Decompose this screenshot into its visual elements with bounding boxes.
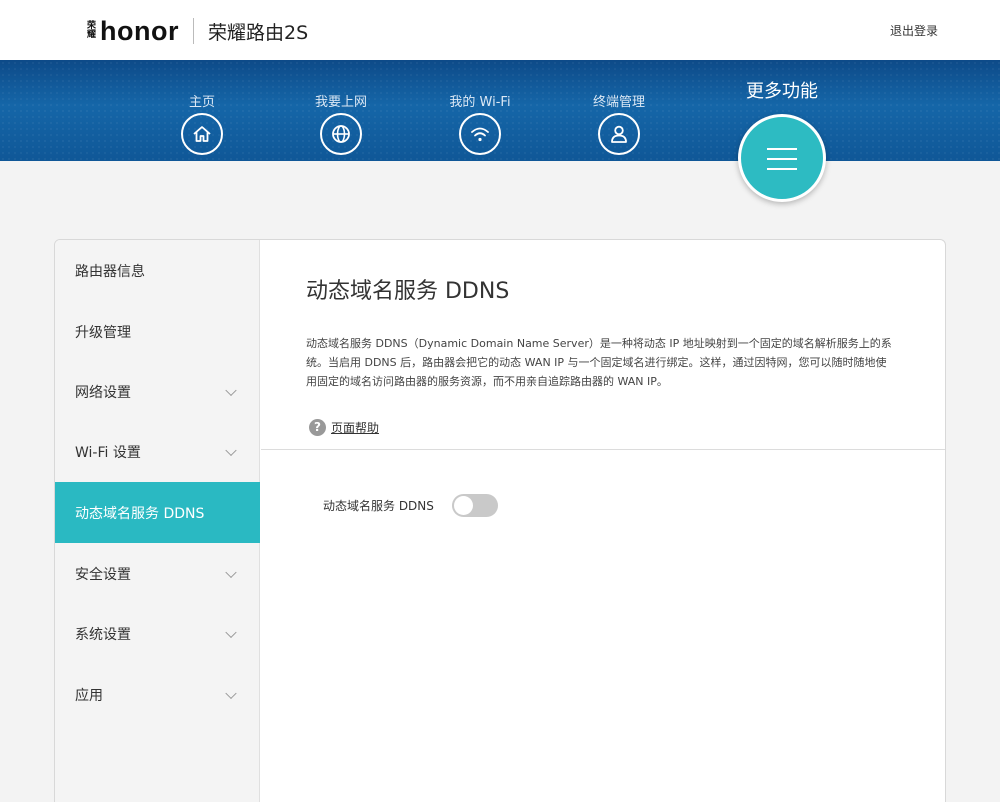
sidebar-item-network[interactable]: 网络设置 [55, 361, 260, 422]
section-divider [261, 449, 945, 450]
top-bar: 荣耀 honor 荣耀路由2S 退出登录 [0, 0, 1000, 60]
sidebar-item-ddns[interactable]: 动态域名服务 DDNS [55, 482, 260, 543]
sidebar-item-wifi[interactable]: Wi-Fi 设置 [55, 421, 260, 482]
nav-more[interactable]: 更多功能 [728, 77, 836, 103]
sidebar-item-upgrade[interactable]: 升级管理 [55, 301, 260, 362]
user-icon [598, 113, 640, 155]
page-title: 动态域名服务 DDNS [306, 279, 510, 304]
chevron-down-icon [225, 444, 237, 456]
ddns-toggle-label: 动态域名服务 DDNS [323, 499, 434, 513]
main-nav: 主页 我要上网 我的 Wi-Fi 终端管理 更多功能 [0, 60, 1000, 161]
sidebar-item-label: 网络设置 [75, 384, 131, 401]
honor-logo: 荣耀 honor 荣耀路由2S [87, 16, 308, 46]
page-help-link[interactable]: ? 页面帮助 [309, 419, 379, 436]
product-name: 荣耀路由2S [207, 21, 309, 44]
sidebar-item-security[interactable]: 安全设置 [55, 543, 260, 604]
sidebar-item-label: Wi-Fi 设置 [75, 444, 141, 461]
wifi-icon [459, 113, 501, 155]
nav-more-label: 更多功能 [746, 81, 818, 102]
page-help-label: 页面帮助 [331, 421, 380, 435]
sidebar-item-label: 应用 [75, 687, 103, 704]
nav-devices[interactable]: 终端管理 [564, 91, 674, 155]
home-icon [181, 113, 223, 155]
sidebar-item-router-info[interactable]: 路由器信息 [55, 240, 260, 301]
sidebar-item-label: 安全设置 [75, 566, 131, 583]
menu-icon[interactable] [738, 114, 826, 202]
chevron-down-icon [225, 626, 237, 638]
nav-home-label: 主页 [188, 95, 215, 110]
description-line: 统。当启用 DDNS 后，路由器会把它的动态 WAN IP 与一个固定域名进行绑… [306, 356, 887, 369]
brand-mark: 荣耀 [87, 21, 97, 40]
nav-internet-label: 我要上网 [314, 95, 367, 110]
help-icon: ? [309, 419, 326, 436]
logout-link[interactable]: 退出登录 [890, 22, 938, 39]
nav-devices-label: 终端管理 [592, 95, 645, 110]
chevron-down-icon [225, 566, 237, 578]
nav-wifi[interactable]: 我的 Wi-Fi [425, 91, 535, 155]
content-area: 动态域名服务 DDNS 动态域名服务 DDNS（Dynamic Domain N… [261, 240, 945, 802]
description-line: 动态域名服务 DDNS（Dynamic Domain Name Server）是… [306, 337, 892, 350]
nav-home[interactable]: 主页 [147, 91, 257, 155]
sidebar-item-label: 路由器信息 [75, 263, 145, 280]
sidebar-item-apps[interactable]: 应用 [55, 664, 260, 725]
brand-word: honor [100, 15, 179, 46]
sidebar-item-label: 升级管理 [75, 324, 131, 341]
ddns-toggle-row: 动态域名服务 DDNS [323, 494, 498, 517]
chevron-down-icon [225, 687, 237, 699]
description-line: 用固定的域名访问路由器的服务资源，而不用亲自追踪路由器的 WAN IP。 [306, 375, 668, 388]
sidebar-item-label: 动态域名服务 DDNS [75, 505, 205, 522]
logo-divider [192, 18, 194, 44]
sidebar-item-label: 系统设置 [75, 626, 131, 643]
globe-icon [320, 113, 362, 155]
ddns-toggle-switch[interactable] [451, 494, 498, 517]
nav-wifi-label: 我的 Wi-Fi [449, 95, 511, 110]
nav-internet[interactable]: 我要上网 [286, 91, 396, 155]
settings-panel: 路由器信息 升级管理 网络设置 Wi-Fi 设置 动态域名服务 DDNS 安全设… [54, 239, 946, 802]
sidebar-item-system[interactable]: 系统设置 [55, 603, 260, 664]
sidebar: 路由器信息 升级管理 网络设置 Wi-Fi 设置 动态域名服务 DDNS 安全设… [55, 240, 260, 802]
chevron-down-icon [225, 384, 237, 396]
page-description: 动态域名服务 DDNS（Dynamic Domain Name Server）是… [306, 334, 901, 391]
